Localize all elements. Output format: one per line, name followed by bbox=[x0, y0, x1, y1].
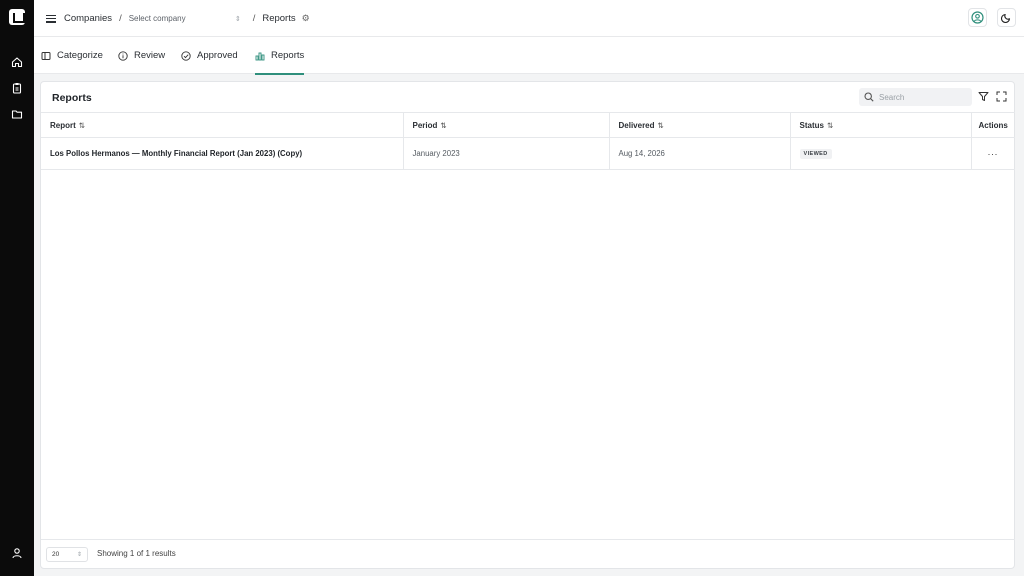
clipboard-icon[interactable] bbox=[10, 81, 24, 95]
status-badge: VIEWED bbox=[799, 149, 832, 159]
tab-categorize[interactable]: Categorize bbox=[41, 37, 103, 74]
column-label: Period bbox=[412, 120, 438, 130]
menu-icon[interactable] bbox=[46, 14, 56, 23]
select-chevron-icon: ⇕ bbox=[76, 552, 82, 558]
theme-toggle-button[interactable] bbox=[997, 8, 1016, 27]
search-box[interactable] bbox=[859, 88, 972, 106]
sort-icon[interactable]: ⇅ bbox=[440, 121, 446, 130]
row-actions-button[interactable]: ··· bbox=[971, 137, 1015, 170]
tab-approved[interactable]: Approved bbox=[181, 37, 238, 74]
gear-icon[interactable]: ⚙ bbox=[302, 13, 310, 24]
sidebar bbox=[0, 0, 34, 576]
column-label: Delivered bbox=[618, 120, 655, 130]
tab-label: Reports bbox=[271, 50, 305, 61]
column-header-delivered[interactable]: Delivered ⇅ bbox=[609, 112, 791, 138]
column-header-period[interactable]: Period ⇅ bbox=[403, 112, 610, 138]
fullscreen-icon[interactable] bbox=[995, 90, 1008, 103]
table-row[interactable]: Los Pollos Hermanos — Monthly Financial … bbox=[41, 137, 1015, 170]
top-bar: Companies / Select company ⇕ / Reports ⚙ bbox=[34, 0, 1024, 37]
tab-label: Approved bbox=[197, 50, 238, 61]
report-delivered: Aug 14, 2026 bbox=[609, 137, 791, 170]
categorize-icon bbox=[41, 51, 51, 60]
tab-bar: Categorize Review Approved Reports bbox=[34, 37, 1024, 75]
home-icon[interactable] bbox=[10, 55, 24, 69]
check-circle-icon bbox=[181, 50, 191, 61]
search-input[interactable] bbox=[879, 92, 964, 102]
sort-icon[interactable]: ⇅ bbox=[79, 121, 85, 130]
bar-chart-icon bbox=[255, 52, 265, 60]
column-header-report[interactable]: Report ⇅ bbox=[41, 112, 404, 138]
search-icon bbox=[864, 92, 874, 102]
report-status: VIEWED bbox=[790, 137, 972, 170]
folder-icon[interactable] bbox=[10, 107, 24, 121]
report-period: January 2023 bbox=[403, 137, 610, 170]
reports-table: Report ⇅ Period ⇅ Delivered ⇅ Status ⇅ Actio… bbox=[41, 112, 1015, 170]
sort-icon[interactable]: ⇅ bbox=[827, 121, 833, 130]
column-label: Status bbox=[799, 120, 824, 130]
reports-panel: Reports Report⇅ Period⇅ Delivered⇅ Statu… bbox=[40, 81, 1015, 569]
panel-title: Reports bbox=[52, 92, 92, 104]
breadcrumb-separator: / bbox=[119, 13, 122, 24]
tab-review[interactable]: Review bbox=[118, 37, 165, 74]
column-header-status[interactable]: Status ⇅ bbox=[790, 112, 972, 138]
user-circle-icon bbox=[971, 11, 984, 24]
column-label: Actions bbox=[978, 120, 1008, 130]
tab-label: Categorize bbox=[57, 50, 103, 61]
column-label: Report bbox=[50, 120, 76, 130]
moon-icon bbox=[1001, 13, 1011, 23]
select-chevron-icon: ⇕ bbox=[234, 15, 241, 23]
table-footer: 20 ⇕ Showing 1 of 1 results bbox=[41, 539, 1015, 568]
sort-desc-icon[interactable]: ⇅ bbox=[658, 121, 664, 130]
column-header-actions: Actions bbox=[971, 112, 1015, 138]
filter-icon[interactable] bbox=[977, 90, 990, 103]
company-select-placeholder: Select company bbox=[128, 14, 186, 23]
app-logo[interactable] bbox=[9, 9, 25, 25]
company-select[interactable]: Select company ⇕ bbox=[129, 14, 241, 23]
breadcrumb-reports[interactable]: Reports bbox=[262, 13, 295, 24]
page-size-value: 20 bbox=[52, 551, 60, 558]
breadcrumb: Companies / Select company ⇕ / Reports ⚙ bbox=[46, 0, 310, 37]
tab-label: Review bbox=[134, 50, 166, 61]
result-count: Showing 1 of 1 results bbox=[97, 549, 176, 558]
tab-reports[interactable]: Reports bbox=[255, 37, 305, 75]
user-icon[interactable] bbox=[10, 546, 24, 560]
breadcrumb-separator: / bbox=[252, 13, 256, 24]
page-size-select[interactable]: 20 ⇕ bbox=[46, 547, 88, 562]
breadcrumb-companies[interactable]: Companies bbox=[64, 13, 112, 24]
report-name[interactable]: Los Pollos Hermanos — Monthly Financial … bbox=[41, 137, 404, 170]
account-button[interactable] bbox=[968, 8, 987, 27]
info-icon bbox=[118, 50, 128, 61]
